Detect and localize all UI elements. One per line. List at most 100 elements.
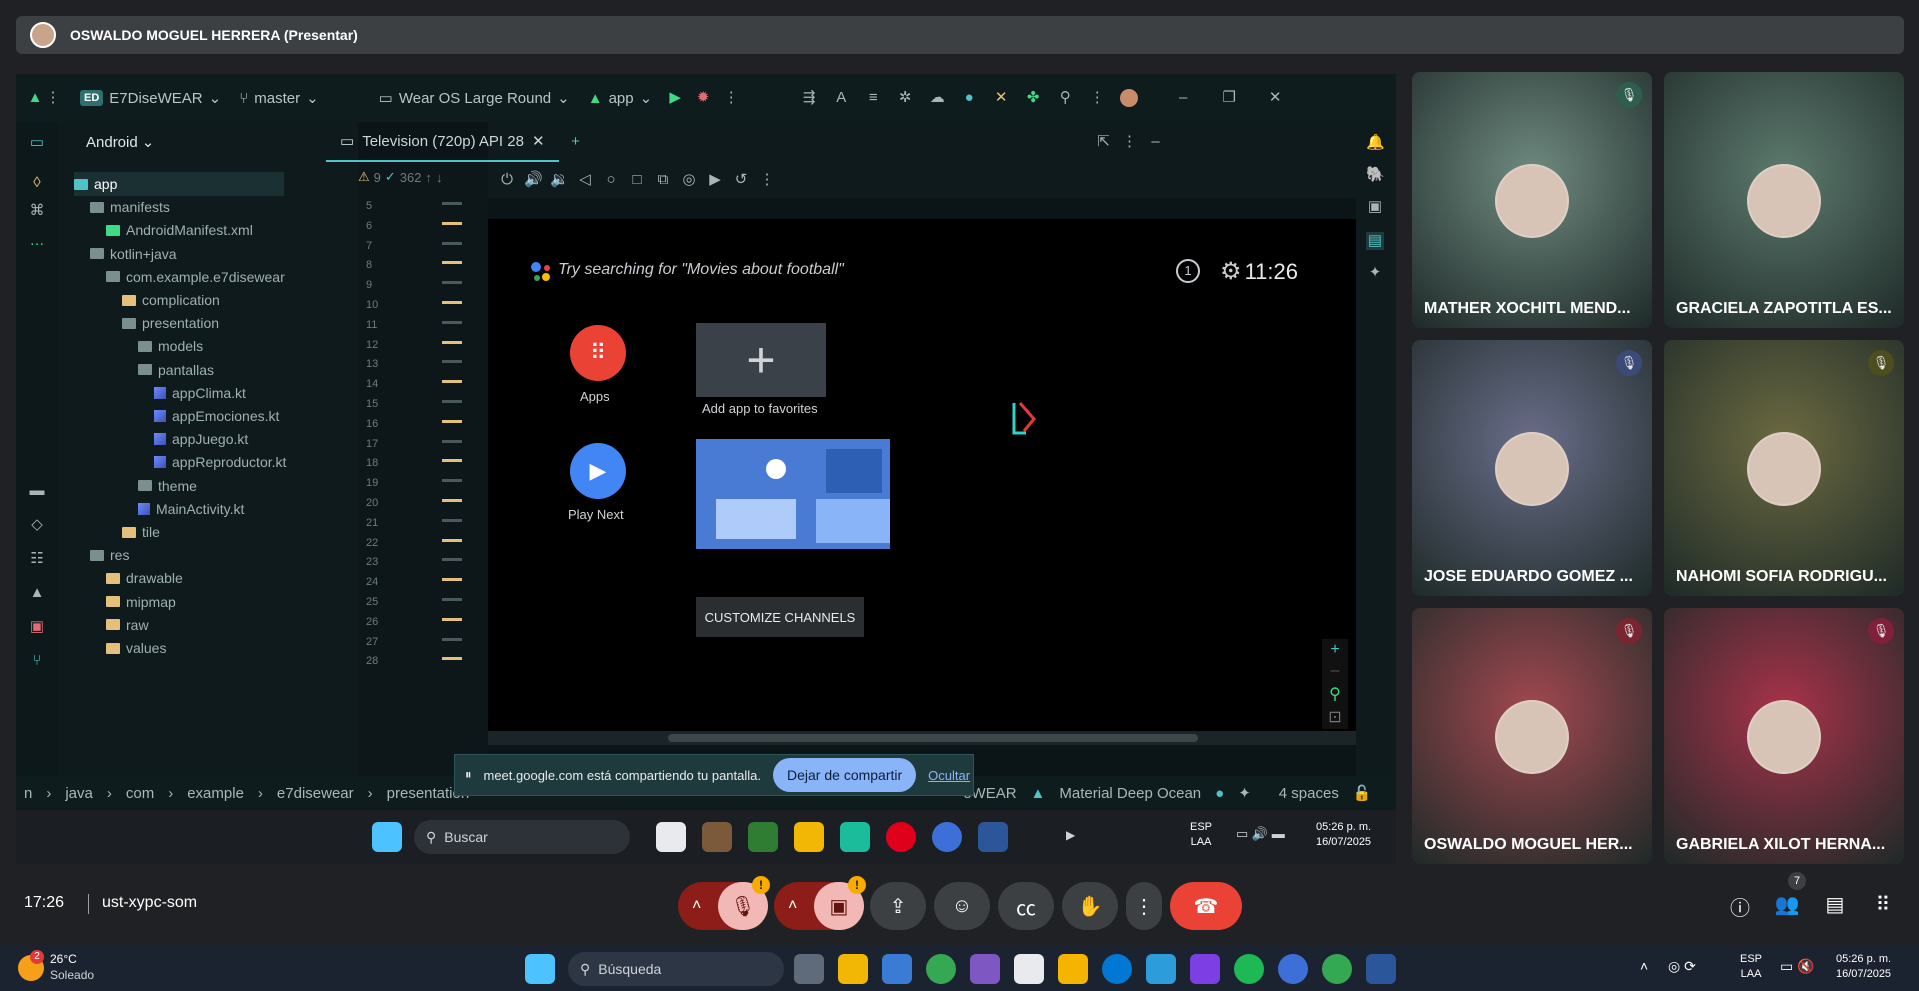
overview-icon[interactable]: □ [628, 171, 646, 189]
tree-item[interactable]: appEmociones.kt [154, 404, 279, 428]
tree-item[interactable]: pantallas [138, 358, 214, 382]
leave-call-button[interactable]: ☎ [1170, 882, 1242, 930]
tree-item[interactable]: kotlin+java [90, 242, 177, 266]
windows-start-icon[interactable] [525, 954, 555, 984]
weather-desc[interactable]: Soleado [50, 968, 94, 982]
tv-search-hint[interactable]: Try searching for "Movies about football… [558, 261, 844, 279]
project-selector[interactable]: ED E7DiseWEAR ⌄ [80, 89, 221, 107]
tray-icons[interactable]: ◎ ⟳ [1668, 958, 1696, 975]
drag-handle-icon[interactable]: ⏸ [465, 767, 472, 783]
tree-item[interactable]: appReproductor.kt [154, 450, 286, 474]
tree-item[interactable]: models [138, 334, 203, 358]
participant-tile[interactable]: GRACIELA ZAPOTITLA ES... [1664, 72, 1904, 328]
prev-arrow-icon[interactable]: ↑ [426, 170, 433, 185]
weather-temp[interactable]: 26°C [50, 952, 77, 966]
external-icon[interactable]: ⇱ [1095, 133, 1113, 151]
tree-item[interactable]: tile [122, 520, 160, 544]
more-options-button[interactable]: ⋮ [1126, 882, 1162, 930]
more-icon[interactable]: ⋮ [758, 171, 776, 189]
build-icon[interactable]: ✕ [992, 89, 1010, 107]
opera-icon[interactable] [886, 822, 916, 852]
android-studio-icon[interactable] [932, 822, 962, 852]
fit-screen-icon[interactable]: ⊡ [1328, 707, 1341, 727]
home-icon[interactable]: ○ [602, 171, 620, 189]
vscode-like-icon[interactable] [1146, 954, 1176, 984]
chat-icon[interactable]: ▤ [1820, 892, 1850, 922]
tree-item[interactable]: res [90, 543, 129, 567]
customize-channels-button[interactable]: CUSTOMIZE CHANNELS [696, 597, 864, 637]
terminal-icon[interactable]: ▣ [28, 618, 46, 636]
edge-icon[interactable] [1102, 954, 1132, 984]
lock-icon[interactable]: 🔓 [1353, 784, 1372, 802]
breadcrumb-4[interactable]: e7disewear [277, 785, 354, 802]
notifications-icon[interactable]: 🔔 [1366, 134, 1385, 152]
structure-icon[interactable]: ⌘ [28, 202, 46, 220]
run-config-selector[interactable]: ▲ app ⌄ [588, 89, 652, 108]
tree-item[interactable]: mipmap [106, 590, 176, 614]
chrome-icon[interactable] [1322, 954, 1352, 984]
app-icon[interactable] [882, 954, 912, 984]
breadcrumb-2[interactable]: com [126, 785, 154, 802]
language-indicator[interactable]: ESP LAA [1740, 952, 1762, 982]
participant-tile[interactable]: 🎙 JOSE EDUARDO GOMEZ ... [1412, 340, 1652, 596]
search-icon[interactable]: ⚲ [1056, 89, 1074, 107]
participant-tile[interactable]: 🎙 OSWALDO MOGUEL HER... [1412, 608, 1652, 864]
commit-icon[interactable]: ◊ [28, 174, 46, 192]
info-icon[interactable]: ⓘ [1725, 892, 1755, 922]
power-icon[interactable]: ⏻ [498, 171, 516, 189]
volume-down-icon[interactable]: 🔉 [550, 171, 569, 189]
camera-icon[interactable]: ◎ [680, 171, 698, 189]
hide-notice-link[interactable]: Ocultar [928, 768, 970, 783]
android-studio-icon[interactable] [1278, 954, 1308, 984]
main-menu-icon[interactable]: ⋮ [44, 89, 62, 107]
options-icon[interactable]: ⋮ [1121, 133, 1139, 151]
problem-count[interactable]: 9 [374, 170, 381, 185]
tree-item[interactable]: appClima.kt [154, 381, 246, 405]
zoom-out-icon[interactable]: – [1331, 662, 1340, 680]
network-volume-icon[interactable]: ▭ 🔇 [1780, 958, 1815, 975]
chrome-icon[interactable] [926, 954, 956, 984]
windows-search[interactable]: ⚲ Búsqueda [568, 952, 784, 986]
theme-name[interactable]: Material Deep Ocean [1059, 785, 1201, 802]
word-icon[interactable] [1366, 954, 1396, 984]
scrollbar-thumb[interactable] [668, 734, 1198, 742]
task-view-icon[interactable] [794, 954, 824, 984]
reactions-button[interactable]: ☺ [934, 882, 990, 930]
volume-up-icon[interactable]: 🔊 [524, 171, 543, 189]
breadcrumb-0[interactable]: n [24, 785, 32, 802]
cloud-icon[interactable]: ☁ [928, 89, 946, 107]
apps-icon[interactable]: ⠿ [570, 325, 626, 381]
branch-selector[interactable]: ⑂ master ⌄ [239, 89, 318, 108]
people-icon[interactable]: 👥 [1772, 892, 1802, 922]
chevron-up-icon[interactable]: ˄ [692, 897, 701, 915]
maximize-icon[interactable]: ❐ [1220, 89, 1238, 107]
tv-screen[interactable]: Try searching for "Movies about football… [488, 219, 1368, 731]
minecraft-icon[interactable] [702, 822, 732, 852]
tree-item[interactable]: appJuego.kt [154, 427, 248, 451]
stop-sharing-button[interactable]: Dejar de compartir [773, 758, 917, 792]
close-icon[interactable]: ✕ [1266, 89, 1284, 107]
horizontal-scrollbar[interactable] [488, 731, 1368, 745]
notification-icon[interactable]: 1 [1176, 259, 1200, 283]
zoom-search-icon[interactable]: ⚲ [1329, 684, 1341, 704]
gemini-sparkle-icon[interactable]: ✦ [1366, 264, 1384, 282]
more-tools-icon[interactable]: … [28, 232, 46, 250]
tree-item[interactable]: drawable [106, 566, 183, 590]
close-tab-icon[interactable]: ✕ [532, 132, 545, 150]
tray-chevron-icon[interactable]: ˄ [1640, 958, 1648, 974]
tree-item[interactable]: presentation [122, 311, 219, 335]
breadcrumb-1[interactable]: java [65, 785, 93, 802]
tray-arrow-icon[interactable]: ▶ [1066, 828, 1075, 842]
running-devices-icon[interactable]: ▤ [1366, 232, 1384, 250]
play-next-promo-image[interactable] [696, 439, 890, 549]
project-view-selector[interactable]: Android ⌄ [58, 122, 358, 162]
tree-item[interactable]: values [106, 636, 166, 660]
device-selector[interactable]: ▭ Wear OS Large Round ⌄ [379, 89, 570, 108]
more-icon[interactable]: ⋮ [722, 89, 740, 107]
run-icon[interactable]: ▶ [666, 89, 684, 107]
notes-icon[interactable] [1058, 954, 1088, 984]
fold-icon[interactable]: ⧉ [654, 171, 672, 189]
bug-icon[interactable]: ✲ [896, 89, 914, 107]
windows-start-icon[interactable] [372, 822, 402, 852]
participant-tile[interactable]: 🎙 GABRIELA XILOT HERNA... [1664, 608, 1904, 864]
